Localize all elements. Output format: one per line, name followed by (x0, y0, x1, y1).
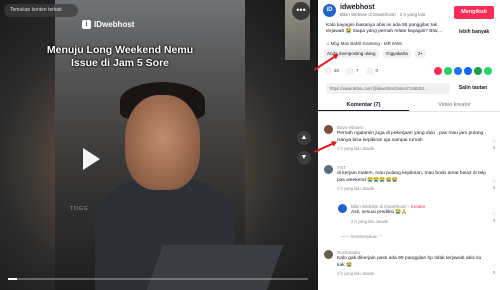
share-icons (434, 67, 492, 75)
copy-link-button[interactable]: Salin tautan (453, 83, 493, 94)
laptop (146, 245, 284, 290)
creator-badge: · Kreator (406, 204, 426, 209)
shirt-watermark: TOGG (70, 206, 89, 212)
comment-count: 7 (356, 68, 359, 74)
avatar[interactable]: iD (323, 4, 336, 17)
chip-row: Anda memposting ulang Yogyakarta 2+ (324, 49, 427, 58)
video-url-field[interactable]: https://www.tiktok.com/@idwebhost/video/… (326, 83, 450, 94)
tab-comments[interactable]: Komentar (7) (318, 100, 409, 111)
share-icon[interactable] (444, 67, 452, 75)
comment-meta[interactable]: 2 h yang lalu Jawab (337, 186, 487, 191)
bookmark-icon (365, 67, 374, 75)
reply-author-name: Bikin Website di IDwebhost! (351, 204, 407, 209)
video-headline: Menuju Long Weekend Nemu Issue di Jam 5 … (46, 44, 194, 69)
comment-author[interactable]: YST (337, 165, 487, 170)
like-count: 0 (492, 270, 496, 275)
comment-author[interactable]: Rochmadia (337, 250, 487, 255)
comment-text: di kerjain malem, mau pulang kepikiran, … (337, 171, 486, 183)
save-stat[interactable]: 0 (365, 67, 379, 75)
show-more-link[interactable]: lebih banyak (459, 29, 489, 35)
avatar[interactable] (324, 165, 333, 174)
comment-text: Asli, sesuai prediksi 😭🙏 (351, 210, 408, 215)
comment-icon (346, 67, 355, 75)
author-subtitle: Bikin Website di IDwebhost! · 2 h yang l… (340, 12, 426, 17)
share-icon[interactable] (434, 67, 442, 75)
comment-stat[interactable]: 7 (346, 67, 359, 75)
avatar[interactable] (324, 125, 333, 134)
like-count: 20 (334, 68, 340, 74)
heart-icon (324, 67, 332, 75)
chevron-up-icon[interactable]: ▲ (297, 131, 311, 145)
comment-like[interactable]: ♡ 0 (492, 264, 496, 275)
author-header: iD idwebhost Bikin Website di IDwebhost!… (323, 4, 425, 17)
like-count: 0 (492, 145, 496, 150)
comment-text: Kalo gak dikerjain pasti ada 99 panggila… (337, 256, 482, 268)
like-count: 0 (492, 218, 496, 223)
hide-replies-label: Sembunyikan (350, 234, 378, 239)
comment-author[interactable]: Bayu elboero (337, 125, 487, 130)
share-icon[interactable] (484, 67, 492, 75)
comment-meta[interactable]: 2 h yang lalu Jawab (337, 271, 487, 276)
comment-like[interactable]: ♡ 0 (492, 212, 496, 223)
follow-button[interactable]: Mengikuti (454, 6, 494, 19)
avatar[interactable] (324, 250, 333, 259)
comment-meta[interactable]: 2 h yang lalu Jawab (351, 219, 487, 224)
play-icon[interactable] (83, 148, 100, 170)
video-progress-fill (8, 278, 17, 280)
brand-name: IDwebhost (94, 20, 135, 29)
chevron-down-icon[interactable]: ▼ (297, 151, 311, 165)
music-label[interactable]: ♫ Mbg Mas Bahlil Ganteng - MR EWK (326, 41, 402, 46)
share-icon[interactable] (474, 67, 482, 75)
avatar[interactable] (338, 204, 347, 213)
video-brand: i IDwebhost (82, 20, 134, 29)
engagement-stats: 20 7 0 (324, 67, 378, 75)
like-count: 0 (492, 185, 496, 190)
author-username[interactable]: idwebhost (340, 4, 425, 11)
video-progress-bar[interactable] (8, 278, 308, 280)
comment-like[interactable]: ♡ 0 (492, 179, 496, 190)
search-input[interactable]: Temukan konten terkait (4, 4, 78, 17)
video-player[interactable]: Temukan konten terkait i IDwebhost Menuj… (0, 0, 318, 290)
tab-creator-videos[interactable]: Video kreator (409, 100, 500, 111)
more-chip[interactable]: 2+ (414, 49, 427, 58)
hide-replies-link[interactable]: —— Sembunyikan ⌃ (340, 234, 383, 240)
save-count: 0 (375, 68, 379, 74)
share-icon[interactable] (454, 67, 462, 75)
comment-author[interactable]: Bikin Website di IDwebhost! · Kreator (351, 204, 487, 209)
comment-like[interactable]: ♡ 0 (492, 139, 496, 150)
author-info: idwebhost Bikin Website di IDwebhost! · … (340, 4, 425, 17)
post-caption: Kalo kayagini biasanya abis ini ada 55 p… (326, 23, 443, 35)
like-stat[interactable]: 20 (324, 67, 339, 75)
comment-meta[interactable]: 2 h yang lalu Jawab (337, 146, 487, 151)
share-icon[interactable] (464, 67, 472, 75)
location-chip[interactable]: Yogyakarta (382, 49, 411, 58)
side-panel: iD idwebhost Bikin Website di IDwebhost!… (318, 0, 500, 290)
ellipsis-icon[interactable]: ••• (292, 2, 310, 20)
brand-logo-icon: i (82, 20, 91, 29)
person-face (125, 95, 200, 190)
comment-text: Pernah ngalamin juga di pekerjaan yang d… (337, 131, 486, 143)
panel-tabs: Komentar (7) Video kreator (318, 100, 500, 112)
